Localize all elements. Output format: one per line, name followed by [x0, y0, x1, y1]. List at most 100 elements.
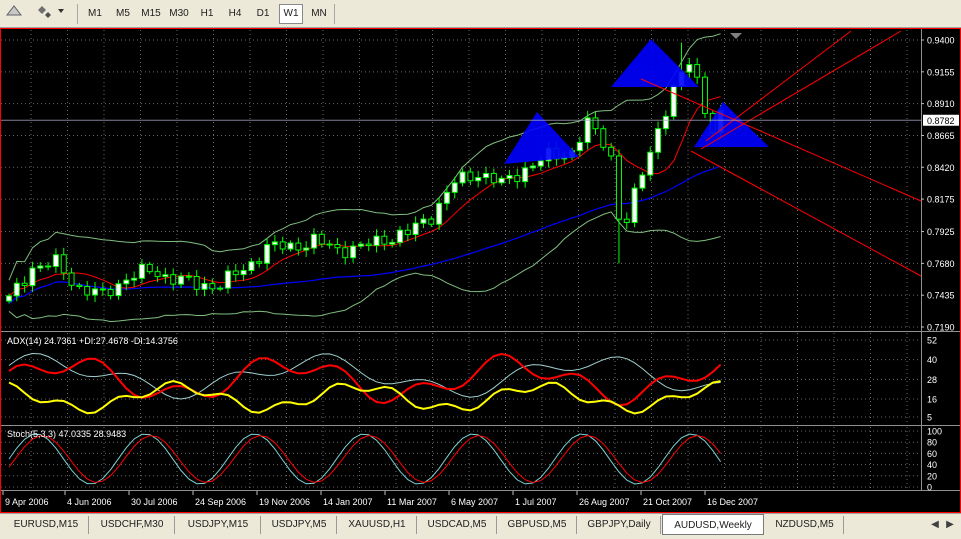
- candle-body: [84, 286, 91, 296]
- chart-tab-gbpusd-m5[interactable]: GBPUSD,M5: [498, 516, 577, 534]
- timeframe-button-m30[interactable]: M30: [167, 4, 191, 24]
- candle-body: [529, 165, 536, 169]
- chart-tab-usdchf-m30[interactable]: USDCHF,M30: [90, 516, 175, 534]
- candle-body: [45, 265, 52, 268]
- candle-body: [232, 270, 239, 276]
- candle-body: [381, 235, 388, 245]
- candle-body: [279, 241, 286, 250]
- timeframe-toolbar: M1 M5 M15 M30 H1 H4 D1 W1 MN: [0, 0, 961, 28]
- date-axis-label: 24 Sep 2006: [195, 497, 246, 507]
- moving-average-slow: [8, 165, 721, 305]
- timeframe-button-h4[interactable]: H4: [223, 4, 247, 24]
- tab-scroll-left-icon[interactable]: ◀: [928, 517, 942, 533]
- adx-level-label: 40: [927, 355, 937, 365]
- bollinger-lower-band: [8, 211, 721, 323]
- candle-body: [287, 242, 294, 250]
- candle-body: [451, 182, 458, 193]
- chart-tab-audusd-weekly[interactable]: AUDUSD,Weekly: [662, 514, 764, 535]
- triangle-up-icon[interactable]: [6, 4, 30, 24]
- moving-average-fast: [8, 96, 721, 297]
- adx-level-label: 28: [927, 375, 937, 385]
- candle-body: [365, 243, 372, 246]
- candle-body: [686, 64, 693, 73]
- candle-body: [662, 115, 669, 130]
- candle-body: [193, 275, 200, 290]
- chart-tab-usdjpy-m15[interactable]: USDJPY,M15: [176, 516, 261, 534]
- price-axis-label: 0.8175: [927, 195, 955, 205]
- candle-body: [584, 117, 591, 143]
- price-axis-label: 0.9155: [927, 67, 955, 77]
- candle-body: [373, 235, 380, 246]
- chart-window[interactable]: 0.8782 0.9400 0.9155 0.8910 0.8665 0.8420 0.81…: [0, 28, 961, 513]
- candle-body: [350, 245, 357, 259]
- chart-tab-usdjpy-m5[interactable]: USDJPY,M5: [262, 516, 337, 534]
- stoch-level-label: 80: [927, 438, 937, 448]
- candle-body: [146, 263, 153, 273]
- timeframe-button-h1[interactable]: H1: [195, 4, 219, 24]
- candle-body: [76, 284, 83, 288]
- price-axis-label: 0.7680: [927, 259, 955, 269]
- timeframe-button-m15[interactable]: M15: [139, 4, 163, 24]
- candle-body: [224, 270, 231, 289]
- adx-level-label: 16: [927, 394, 937, 404]
- candle-body: [615, 155, 622, 220]
- trendline-lower: [690, 150, 922, 277]
- timeframe-button-m1[interactable]: M1: [83, 4, 107, 24]
- price-axis-label: 0.8420: [927, 163, 955, 173]
- candle-body: [178, 275, 185, 285]
- timeframe-button-w1[interactable]: W1: [279, 4, 303, 24]
- candle-body: [138, 263, 145, 279]
- candle-body: [256, 261, 263, 264]
- candle-body: [295, 242, 302, 251]
- candle-body: [131, 277, 138, 281]
- chart-tab-xauusd-h1[interactable]: XAUUSD,H1: [338, 516, 417, 534]
- chart-tab-nzdusd-m5[interactable]: NZDUSD,M5: [766, 516, 844, 534]
- chart-tab-usdcad-m5[interactable]: USDCAD,M5: [418, 516, 497, 534]
- stoch-main-line: [8, 433, 722, 485]
- tab-scroll-right-icon[interactable]: ▶: [943, 517, 957, 533]
- stoch-level-label: 100: [927, 427, 942, 437]
- adx-level-label: 52: [927, 336, 937, 346]
- candle-body: [29, 267, 36, 287]
- candle-body: [623, 218, 630, 223]
- chart-canvas[interactable]: 0.8782 0.9400 0.9155 0.8910 0.8665 0.8420 0.81…: [1, 29, 960, 512]
- chart-tab-eurusd-m15[interactable]: EURUSD,M15: [4, 516, 89, 534]
- candle-body: [639, 174, 646, 189]
- date-axis-label: 1 Jul 2007: [515, 497, 557, 507]
- shapes-dropdown-icon[interactable]: [36, 4, 70, 24]
- candle-body: [459, 171, 466, 184]
- timeframe-button-mn[interactable]: MN: [307, 4, 331, 24]
- date-axis-label: 21 Oct 2007: [643, 497, 692, 507]
- candle-body: [592, 117, 599, 130]
- candle-body: [655, 128, 662, 153]
- candle-body: [404, 229, 411, 236]
- candle-body: [483, 172, 490, 179]
- candle-body: [217, 287, 224, 290]
- candle-body: [389, 241, 396, 245]
- bollinger-upper-band: [8, 33, 721, 281]
- candle-body: [60, 254, 67, 274]
- timeframe-button-m5[interactable]: M5: [111, 4, 135, 24]
- date-axis-label: 30 Jul 2006: [131, 497, 178, 507]
- candle-body: [522, 167, 529, 183]
- candle-body: [264, 244, 271, 264]
- stoch-level-label: 20: [927, 471, 937, 481]
- current-price-label: 0.8782: [927, 116, 955, 126]
- timeframe-button-d1[interactable]: D1: [251, 4, 275, 24]
- candle-body: [326, 243, 333, 246]
- pattern-head: [611, 39, 699, 87]
- candle-body: [357, 243, 364, 247]
- candle-body: [342, 247, 349, 259]
- candle-body: [436, 202, 443, 225]
- candle-body: [13, 282, 20, 297]
- chart-tabs-bar: EURUSD,M15 USDCHF,M30 USDJPY,M15 USDJPY,M5 X…: [0, 513, 961, 539]
- price-axis-label: 0.7925: [927, 227, 955, 237]
- candle-body: [318, 233, 325, 245]
- stoch-indicator-label: Stoch(5,3,3) 47.0335 28.9483: [7, 429, 126, 439]
- adx-level-label: 5: [927, 413, 932, 423]
- candle-body: [608, 146, 615, 157]
- chart-tab-gbpjpy-daily[interactable]: GBPJPY,Daily: [578, 516, 661, 534]
- chart-shift-marker-icon: [730, 33, 742, 39]
- candle-body: [506, 175, 513, 179]
- date-axis-label: 26 Aug 2007: [579, 497, 630, 507]
